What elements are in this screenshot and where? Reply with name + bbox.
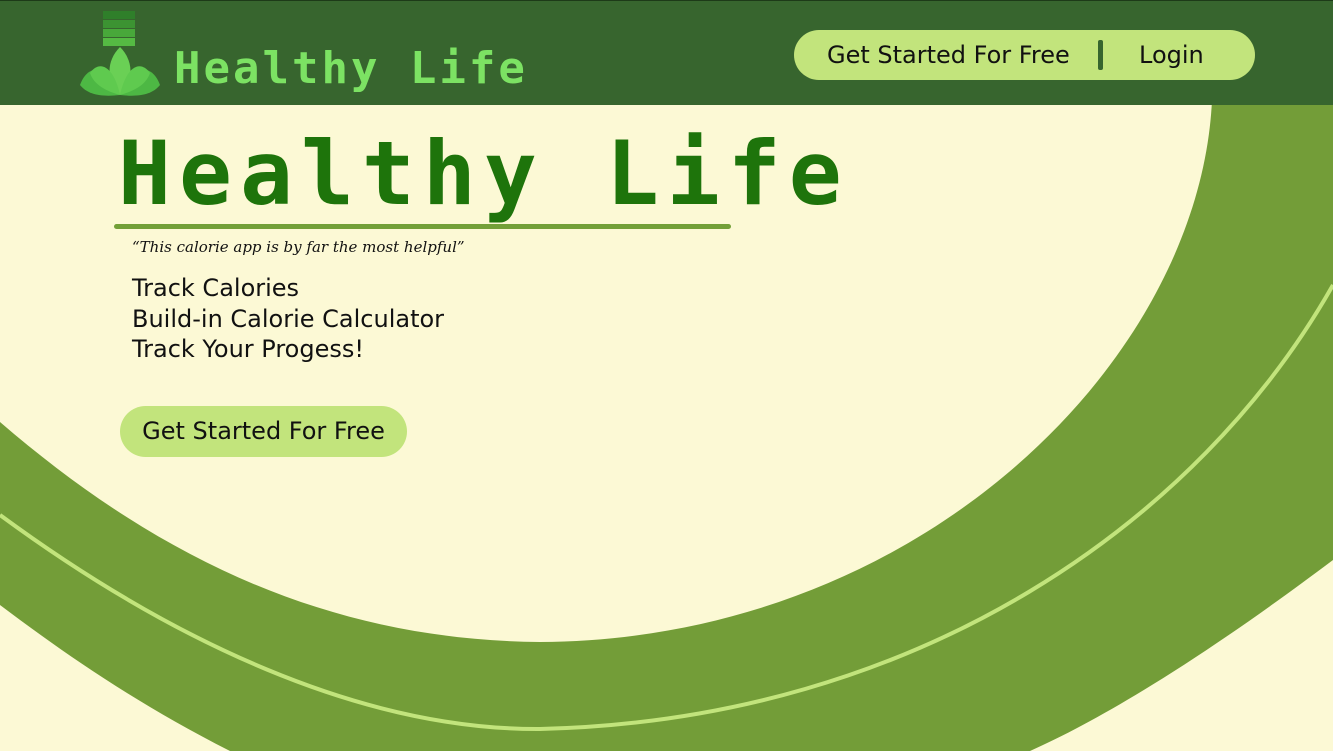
nav-login-button[interactable]: Login [1139,30,1204,80]
hero-get-started-button[interactable]: Get Started For Free [120,406,407,457]
background-arc-decoration [0,100,1333,751]
top-navigation-bar: Healthy Life Get Started For Free Login [0,0,1333,105]
hero-title: Healthy Life [118,122,850,225]
lotus-logo-icon [80,11,160,96]
header-nav-pill: Get Started For Free Login [794,30,1255,80]
landing-page: Healthy Life Get Started For Free Login … [0,0,1333,751]
nav-divider [1098,40,1103,70]
feature-item: Track Calories [132,274,300,302]
feature-item: Track Your Progess! [132,335,364,363]
hero-divider [114,224,731,229]
feature-item: Build-in Calorie Calculator [132,304,445,333]
testimonial-quote: “This calorie app is by far the most hel… [132,238,465,256]
nav-get-started-button[interactable]: Get Started For Free [827,30,1070,80]
brand-name[interactable]: Healthy Life [174,39,528,99]
feature-list: Track Calories Build-in Calorie Calculat… [132,273,444,365]
